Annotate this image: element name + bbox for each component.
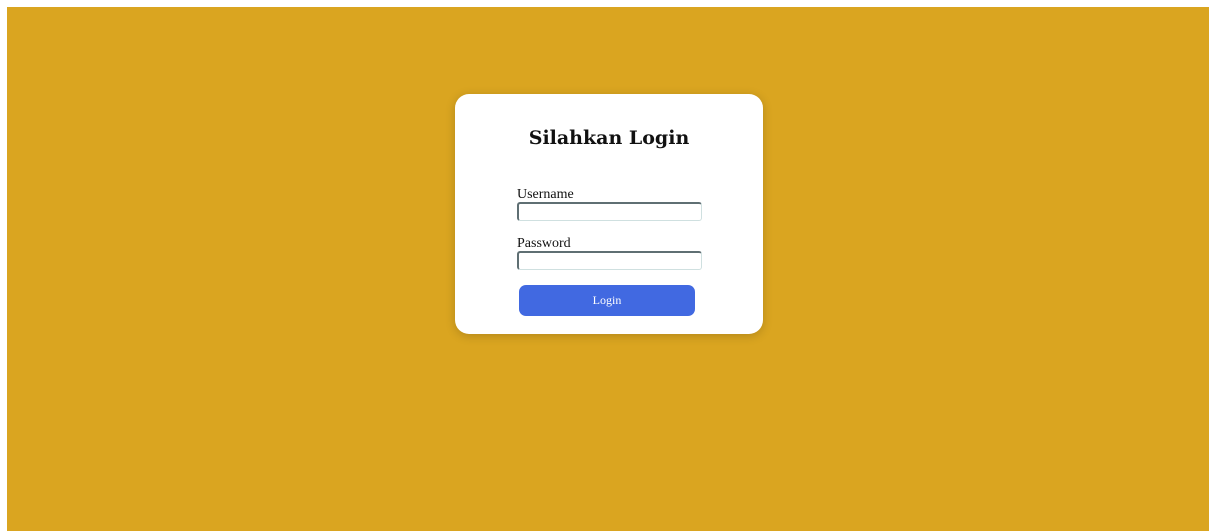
username-label: Username [517,187,574,202]
login-title: Silahkan Login [528,127,690,149]
username-input[interactable] [517,202,702,221]
page-background: Silahkan Login Username Password Login [7,7,1209,531]
login-card: Silahkan Login Username Password Login [455,94,763,334]
password-label: Password [517,236,571,251]
password-input[interactable] [517,251,702,270]
login-button[interactable]: Login [519,285,695,316]
